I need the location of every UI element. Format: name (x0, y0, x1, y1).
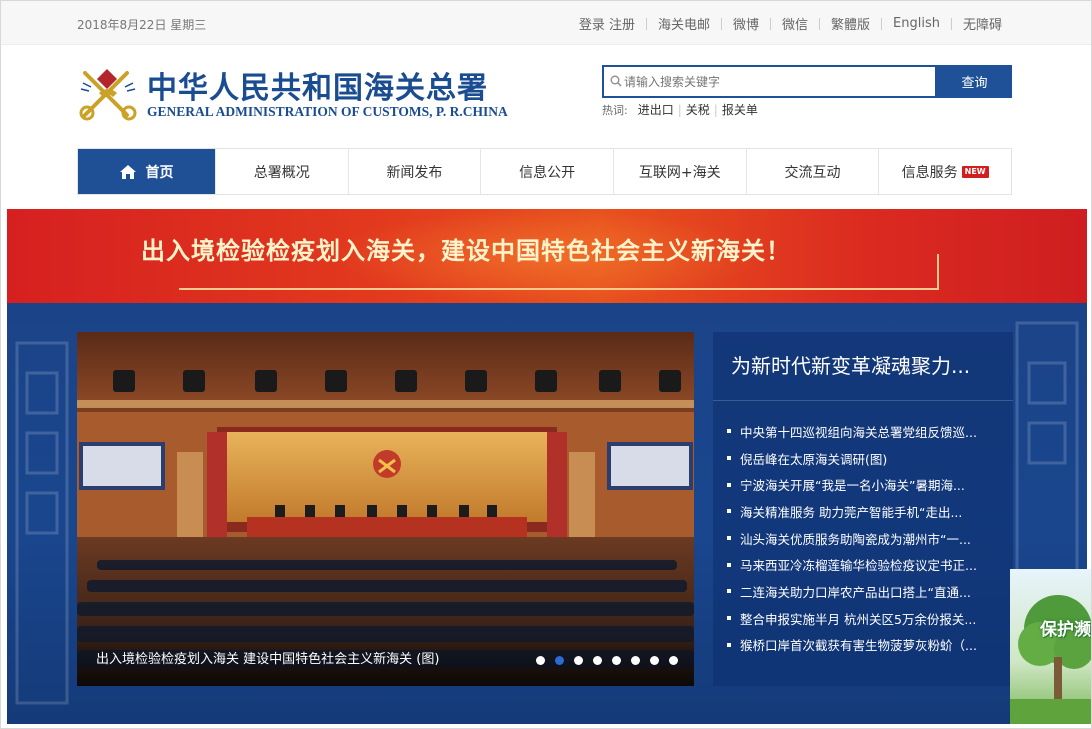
news-item-title: 马来西亚冷冻榴莲输华检验检疫议定书正... (740, 558, 977, 574)
side-floating-ad[interactable]: 保护濒 (1010, 569, 1091, 724)
divider: | (677, 102, 682, 117)
bullet-icon (727, 536, 731, 541)
current-date: 2018年8月22日 星期三 (77, 18, 207, 32)
search-icon (610, 75, 622, 87)
weibo-link[interactable]: 微博 (722, 14, 770, 33)
slogan-banner[interactable]: 出入境检验检疫划入海关，建设中国特色社会主义新海关！ (7, 209, 1087, 303)
bullet-icon (727, 642, 731, 647)
news-panel: 为新时代新变革凝魂聚力... 中央第十四巡视组向海关总署党组反馈巡... 倪岳峰… (713, 332, 1013, 686)
carousel-dot[interactable] (631, 656, 640, 665)
nav-item-overview[interactable]: 总署概况 (214, 149, 348, 194)
nav-item-label: 新闻发布 (386, 164, 443, 181)
news-item-title: 宁波海关开展“我是一名小海关”暑期海... (740, 478, 965, 494)
hot-keyword[interactable]: 报关单 (722, 101, 758, 118)
banner-slogan: 出入境检验检疫划入海关，建设中国特色社会主义新海关！ (141, 237, 791, 265)
carousel-dot[interactable] (650, 656, 659, 665)
news-item[interactable]: 马来西亚冷冻榴莲输华检验检疫议定书正... (727, 551, 977, 578)
carousel-caption-bar: 出入境检验检疫划入海关 建设中国特色社会主义新海关 (图) (77, 634, 694, 686)
bullet-icon (727, 456, 731, 461)
news-item[interactable]: 汕头海关优质服务助陶瓷成为潮州市“一... (727, 525, 977, 552)
nav-item-label: 互联网+海关 (638, 164, 721, 181)
nav-item-label: 交流互动 (784, 164, 841, 181)
nav-item-info-services[interactable]: 信息服务 NEW (878, 149, 1011, 194)
news-item[interactable]: 二连海关助力口岸农产品出口搭上“直通... (727, 578, 977, 605)
news-item-title: 汕头海关优质服务助陶瓷成为潮州市“一... (740, 531, 971, 547)
news-item[interactable]: 宁波海关开展“我是一名小海关”暑期海... (727, 471, 977, 498)
search-box (602, 65, 937, 98)
nav-item-news-release[interactable]: 新闻发布 (347, 149, 481, 194)
top-utility-bar: 2018年8月22日 星期三 登录 注册 海关电邮 微博 微信 繁體版 Engl… (1, 1, 1091, 45)
hot-keyword[interactable]: 进出口 (638, 101, 674, 118)
news-item[interactable]: 海关精准服务 助力莞产智能手机“走出... (727, 498, 977, 525)
hot-keyword[interactable]: 关税 (686, 101, 710, 118)
nav-item-home[interactable]: 首页 (78, 149, 215, 194)
news-item-title: 中央第十四巡视组向海关总署党组反馈巡... (740, 424, 977, 440)
carousel-dot[interactable] (555, 656, 564, 665)
home-icon (120, 164, 137, 179)
bullet-icon (727, 562, 731, 567)
news-item-title: 倪岳峰在太原海关调研(图) (740, 451, 888, 467)
site-logo[interactable]: 中华人民共和国海关总署 GENERAL ADMINISTRATION OF CU… (77, 61, 508, 125)
nav-item-info-disclosure[interactable]: 信息公开 (480, 149, 613, 194)
side-ad-text: 保护濒 (1040, 620, 1091, 640)
page-frame: 2018年8月22日 星期三 登录 注册 海关电邮 微博 微信 繁體版 Engl… (0, 0, 1092, 729)
search-input[interactable] (624, 67, 929, 96)
tree-icon (1010, 595, 1091, 724)
carousel-dot[interactable] (593, 656, 602, 665)
main-nav: 首页 总署概况 新闻发布 信息公开 互联网+海关 交流互动 信息服务 NEW (77, 148, 1012, 195)
top-links: 登录 注册 海关电邮 微博 微信 繁體版 English 无障碍 (568, 14, 1013, 33)
nav-item-label: 总署概况 (253, 164, 310, 181)
news-item[interactable]: 整合申报实施半月 杭州关区5万余份报关... (727, 605, 977, 632)
wechat-link[interactable]: 微信 (771, 14, 819, 33)
featured-carousel[interactable]: 出入境检验检疫划入海关 建设中国特色社会主义新海关 (图) (77, 332, 694, 686)
carousel-dot[interactable] (612, 656, 621, 665)
auditorium-photo (77, 332, 694, 686)
site-title-en: GENERAL ADMINISTRATION OF CUSTOMS, P. R.… (147, 104, 508, 119)
site-header: 中华人民共和国海关总署 GENERAL ADMINISTRATION OF CU… (1, 45, 1091, 145)
customs-emblem-icon (79, 69, 137, 121)
news-item[interactable]: 猴桥口岸首次截获有害生物菠萝灰粉蚧（... (727, 632, 977, 659)
customs-email-link[interactable]: 海关电邮 (647, 14, 721, 33)
bullet-icon (727, 482, 731, 487)
new-badge: NEW (961, 165, 989, 178)
hot-keywords: 热词: 进出口 | 关税 | 报关单 (602, 101, 758, 118)
carousel-dot[interactable] (669, 656, 678, 665)
login-register-link[interactable]: 登录 注册 (568, 14, 646, 33)
nav-item-interaction[interactable]: 交流互动 (745, 149, 879, 194)
news-item[interactable]: 倪岳峰在太原海关调研(图) (727, 445, 977, 472)
news-item[interactable]: 中央第十四巡视组向海关总署党组反馈巡... (727, 418, 977, 445)
hot-keywords-label: 热词: (602, 103, 628, 117)
search-button[interactable]: 查询 (937, 65, 1012, 98)
nav-item-label: 信息公开 (519, 164, 576, 181)
carousel-dot[interactable] (574, 656, 583, 665)
news-list: 中央第十四巡视组向海关总署党组反馈巡... 倪岳峰在太原海关调研(图) 宁波海关… (727, 418, 977, 658)
news-item-title: 海关精准服务 助力莞产智能手机“走出... (740, 504, 963, 520)
nav-item-label: 信息服务 (901, 164, 958, 181)
news-item-title: 猴桥口岸首次截获有害生物菠萝灰粉蚧（... (740, 638, 977, 654)
carousel-caption[interactable]: 出入境检验检疫划入海关 建设中国特色社会主义新海关 (图) (96, 648, 439, 667)
nav-item-internet-customs[interactable]: 互联网+海关 (612, 149, 746, 194)
carousel-indicators (526, 656, 678, 665)
featured-section: 出入境检验检疫划入海关 建设中国特色社会主义新海关 (图) 为新时代新变革凝魂聚… (7, 303, 1087, 724)
site-title-cn: 中华人民共和国海关总署 (147, 71, 488, 106)
news-item-title: 二连海关助力口岸农产品出口搭上“直通... (740, 584, 971, 600)
english-link[interactable]: English (882, 16, 951, 31)
news-item-title: 整合申报实施半月 杭州关区5万余份报关... (740, 611, 977, 627)
bullet-icon (727, 589, 731, 594)
bullet-icon (727, 616, 731, 621)
divider (713, 400, 1013, 401)
traditional-chinese-link[interactable]: 繁體版 (820, 14, 881, 33)
carousel-dot[interactable] (536, 656, 545, 665)
bullet-icon (727, 509, 731, 514)
search-bar: 查询 (602, 65, 1012, 98)
accessibility-link[interactable]: 无障碍 (952, 14, 1013, 33)
bullet-icon (727, 429, 731, 434)
news-headline[interactable]: 为新时代新变革凝魂聚力... (731, 350, 970, 379)
divider: | (713, 102, 718, 117)
nav-item-label: 首页 (145, 164, 174, 181)
